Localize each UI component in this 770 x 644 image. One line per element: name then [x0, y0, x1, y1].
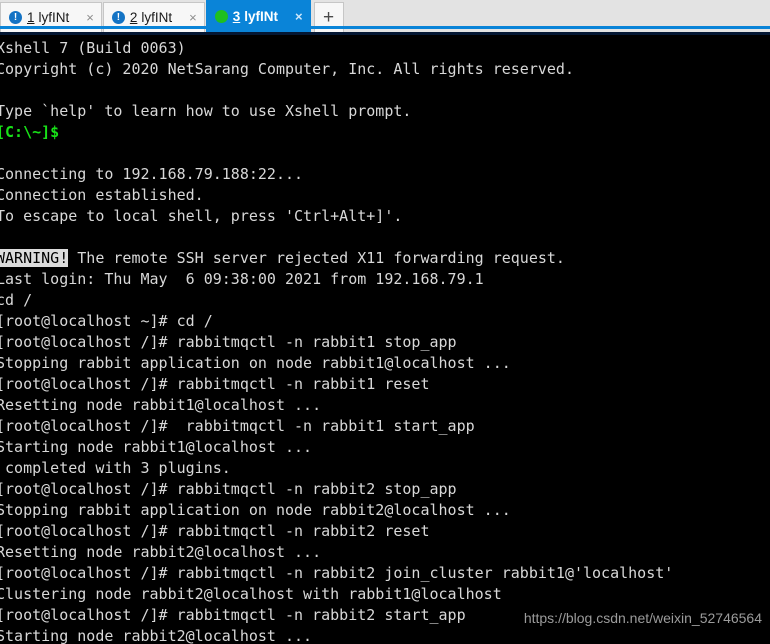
- terminal-line: Copyright (c) 2020 NetSarang Computer, I…: [0, 59, 770, 80]
- terminal-text: Resetting node rabbit1@localhost ...: [0, 396, 322, 414]
- close-icon[interactable]: ×: [83, 11, 97, 24]
- tab-title: lyfINt: [244, 9, 279, 24]
- terminal-line: cd /: [0, 290, 770, 311]
- tab-number: 3: [232, 9, 241, 24]
- tab-title: lyfINt: [38, 10, 70, 25]
- alert-circle-icon: !: [9, 11, 22, 24]
- connected-dot-icon: ●: [214, 10, 228, 23]
- terminal-text: [root@localhost /]# rabbitmqctl -n rabbi…: [0, 480, 457, 498]
- terminal-line: [root@localhost /]# rabbitmqctl -n rabbi…: [0, 521, 770, 542]
- terminal-line: Starting node rabbit1@localhost ...: [0, 437, 770, 458]
- terminal-line: [C:\~]$: [0, 122, 770, 143]
- terminal-text: Starting node rabbit1@localhost ...: [0, 438, 313, 456]
- terminal-line: [root@localhost /]# rabbitmqctl -n rabbi…: [0, 479, 770, 500]
- terminal-text: Starting node rabbit2@localhost ...: [0, 627, 313, 644]
- terminal-text: [root@localhost /]# rabbitmqctl -n rabbi…: [0, 606, 466, 624]
- tab-number: 1: [27, 10, 35, 25]
- terminal-text: [root@localhost /]# rabbitmqctl -n rabbi…: [0, 522, 430, 540]
- warning-badge: WARNING!: [0, 249, 69, 267]
- terminal-line: [root@localhost /]# rabbitmqctl -n rabbi…: [0, 374, 770, 395]
- terminal-text: Type `help' to learn how to use Xshell p…: [0, 102, 412, 120]
- terminal-text: [root@localhost ~]# cd /: [0, 312, 213, 330]
- warning-message: The remote SSH server rejected X11 forwa…: [68, 249, 565, 267]
- terminal-text: To escape to local shell, press 'Ctrl+Al…: [0, 207, 403, 225]
- terminal-text: Xshell 7 (Build 0063): [0, 39, 186, 57]
- terminal-line: [root@localhost ~]# cd /: [0, 311, 770, 332]
- terminal-text: Stopping rabbit application on node rabb…: [0, 501, 511, 519]
- terminal-text: Connecting to 192.168.79.188:22...: [0, 165, 304, 183]
- terminal-text: cd /: [0, 291, 33, 309]
- terminal-line: Xshell 7 (Build 0063): [0, 38, 770, 59]
- tab-number: 2: [129, 10, 138, 25]
- close-icon[interactable]: ×: [292, 10, 306, 23]
- terminal-text: [root@localhost /]# rabbitmqctl -n rabbi…: [0, 333, 457, 351]
- terminal-line: Type `help' to learn how to use Xshell p…: [0, 101, 770, 122]
- terminal-line: Clustering node rabbit2@localhost with r…: [0, 584, 770, 605]
- terminal-output: Xshell 7 (Build 0063) Copyright (c) 2020 …: [0, 38, 770, 644]
- tab-title: lyfINt: [141, 10, 173, 25]
- terminal-line: [root@localhost /]# rabbitmqctl -n rabbi…: [0, 332, 770, 353]
- terminal-line: completed with 3 plugins.: [0, 458, 770, 479]
- terminal-line: Connecting to 192.168.79.188:22...: [0, 164, 770, 185]
- terminal-line: Stopping rabbit application on node rabb…: [0, 353, 770, 374]
- tab-accent-bar: [0, 26, 770, 29]
- terminal-text: completed with 3 plugins.: [0, 459, 231, 477]
- terminal-text: Last login: Thu May 6 09:38:00 2021 from…: [0, 270, 484, 288]
- terminal-line: To escape to local shell, press 'Ctrl+Al…: [0, 206, 770, 227]
- terminal-line: Starting node rabbit2@localhost ...: [0, 626, 770, 644]
- terminal-text: Clustering node rabbit2@localhost with r…: [0, 585, 502, 603]
- terminal-text: [root@localhost /]# rabbitmqctl -n rabbi…: [0, 564, 674, 582]
- terminal-text: Connection established.: [0, 186, 204, 204]
- terminal-text: Stopping rabbit application on node rabb…: [0, 354, 511, 372]
- terminal-line: [root@localhost /]# rabbitmqctl -n rabbi…: [0, 416, 770, 437]
- terminal-text: [root@localhost /]# rabbitmqctl -n rabbi…: [0, 375, 430, 393]
- terminal-line: Connection established.: [0, 185, 770, 206]
- terminal-line: Last login: Thu May 6 09:38:00 2021 from…: [0, 269, 770, 290]
- close-icon[interactable]: ×: [186, 11, 200, 24]
- tab-bar: !1lyfINt×!2lyfINt×●3lyfINt× +: [0, 0, 770, 32]
- terminal-line: [root@localhost /]# rabbitmqctl -n rabbi…: [0, 563, 770, 584]
- terminal-text: Resetting node rabbit2@localhost ...: [0, 543, 322, 561]
- terminal-text: [root@localhost /]# rabbitmqctl -n rabbi…: [0, 417, 475, 435]
- terminal-panel[interactable]: Xshell 7 (Build 0063) Copyright (c) 2020 …: [0, 35, 770, 644]
- terminal-text: Copyright (c) 2020 NetSarang Computer, I…: [0, 60, 574, 78]
- terminal-line: Resetting node rabbit1@localhost ...: [0, 395, 770, 416]
- watermark-text: https://blog.csdn.net/weixin_52746564: [523, 610, 762, 626]
- terminal-line: WARNING! The remote SSH server rejected …: [0, 248, 770, 269]
- terminal-line: Stopping rabbit application on node rabb…: [0, 500, 770, 521]
- terminal-line: Resetting node rabbit2@localhost ...: [0, 542, 770, 563]
- alert-circle-icon: !: [111, 11, 125, 24]
- terminal-text: [C:\~]$: [0, 123, 69, 141]
